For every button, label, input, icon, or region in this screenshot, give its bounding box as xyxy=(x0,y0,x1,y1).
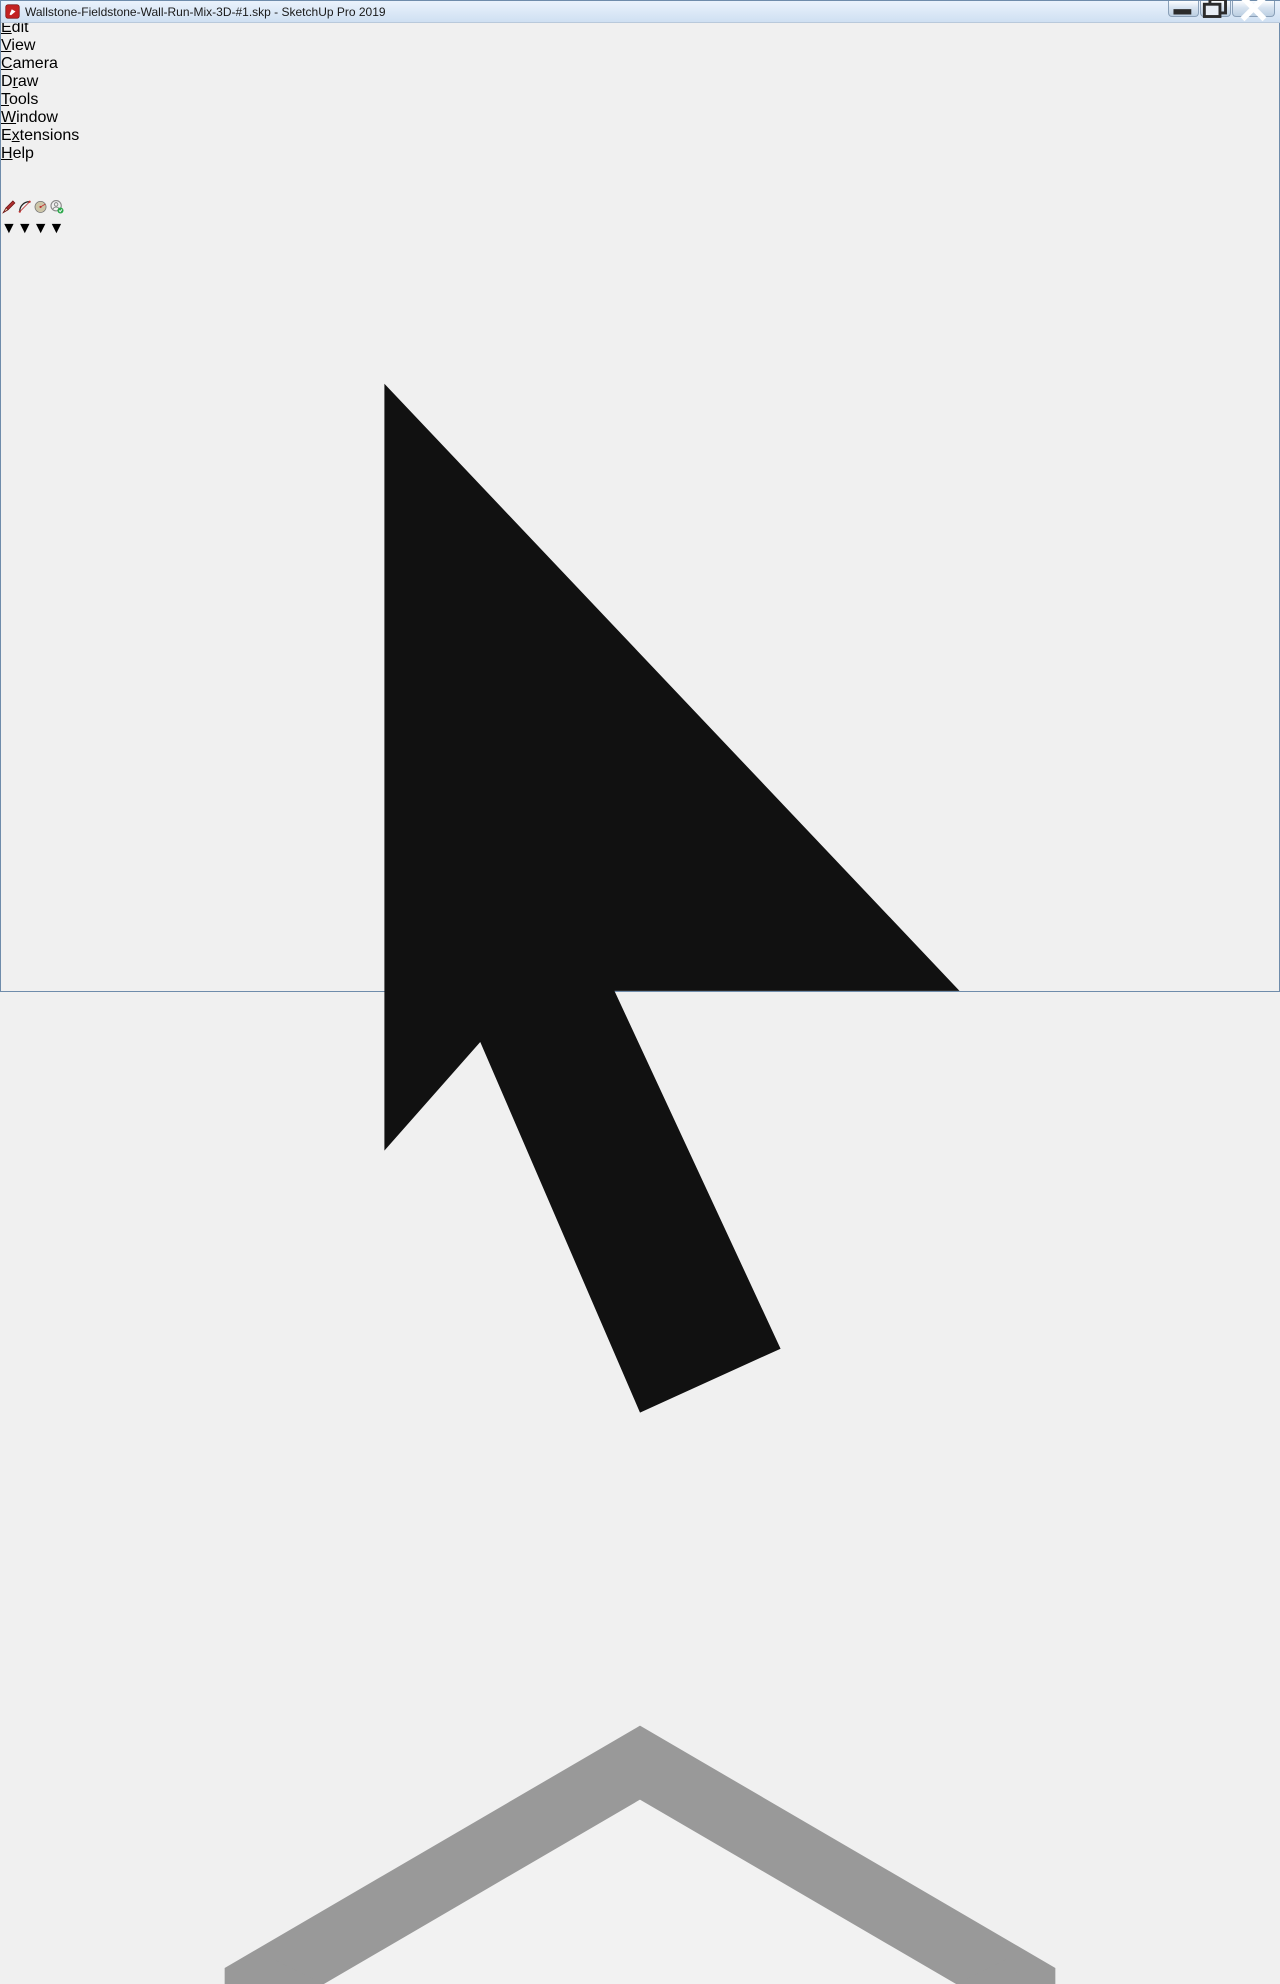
line-button[interactable]: ▼ xyxy=(1,199,17,238)
window-title: Wallstone-Fieldstone-Wall-Run-Mix-3D-#1.… xyxy=(25,4,386,19)
principal-toolbar: ▼▼▼A1▼ xyxy=(1,199,1279,269)
dropdown-arrow-icon[interactable]: ▼ xyxy=(33,220,49,237)
menu-help[interactable]: Help xyxy=(1,145,1279,163)
menu-camera[interactable]: Camera xyxy=(1,55,1279,73)
menu-window[interactable]: Window xyxy=(1,109,1279,127)
dropdown-arrow-icon[interactable]: ▼ xyxy=(49,220,65,237)
menu-view[interactable]: View xyxy=(1,37,1279,55)
menu-tools[interactable]: Tools xyxy=(1,91,1279,109)
select-button[interactable] xyxy=(1,256,1279,1539)
standard-toolbar xyxy=(1,163,1279,195)
arc-icon xyxy=(17,200,33,219)
menu-bar: FileEditViewCameraDrawToolsWindowExtensi… xyxy=(1,1,1279,163)
line-icon xyxy=(1,200,17,219)
menu-draw[interactable]: Draw xyxy=(1,73,1279,91)
arc-button[interactable]: ▼ xyxy=(17,199,33,238)
close-button[interactable] xyxy=(1232,0,1275,22)
makecomp-button[interactable] xyxy=(1,1539,1279,1984)
dropdown-arrow-icon[interactable]: ▼ xyxy=(17,220,33,237)
dropdown-arrow-icon[interactable]: ▼ xyxy=(1,220,17,237)
menu-extensions[interactable]: Extensions xyxy=(1,127,1279,145)
select-icon xyxy=(1,383,1279,1538)
circle-icon xyxy=(33,200,49,219)
restore-button[interactable] xyxy=(1200,0,1231,19)
minimize-button[interactable] xyxy=(1168,1,1199,17)
account-icon xyxy=(49,200,65,219)
circle-button[interactable]: ▼ xyxy=(33,199,49,238)
sketchup-window: { "window": { "title": "Wallstone-Fields… xyxy=(0,0,1280,1984)
large-tool-set: A1AA xyxy=(1,256,1279,1984)
sketchup-logo-icon xyxy=(5,4,20,19)
title-bar: Wallstone-Fieldstone-Wall-Run-Mix-3D-#1.… xyxy=(1,0,1280,23)
account-button[interactable]: ▼ xyxy=(49,199,65,238)
tools-toolbar: A1AA xyxy=(1,181,1279,215)
